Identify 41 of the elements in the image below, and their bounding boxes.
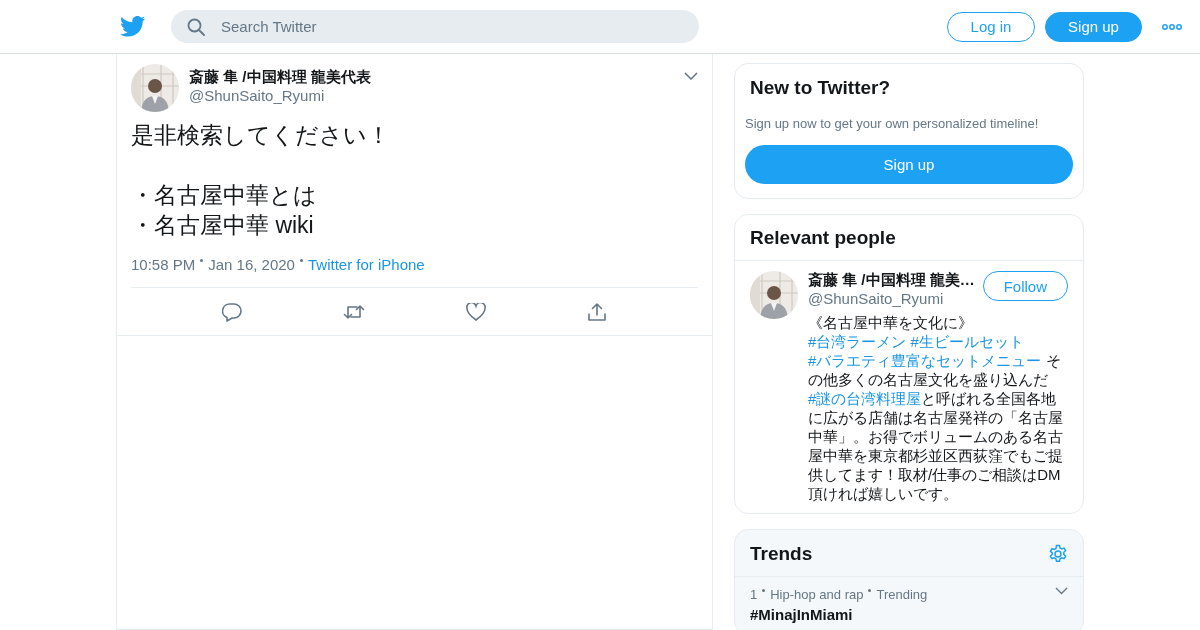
reply-icon[interactable] [221,301,242,322]
heart-icon[interactable] [466,302,487,321]
person-bio: 《名古屋中華を文化に》 #台湾ラーメン #生ビールセット #バラエティ豊富なセットメニュー その他多くの名古屋文化を盛り込んだ #謎の台湾料理屋と呼ばれる全国各地に広がる店舗は名古屋発祥の「名古屋中華」。お得でボリュームのある名古屋中華を東京都杉並区西荻窪でもご提供してます！取材/仕事のご相談はDM頂ければ嬉しいです。 [808,313,1064,503]
tweet-text: ・名古屋中華 wiki [131,211,314,240]
person-handle[interactable]: @ShunSaito_Ryumi [808,289,944,309]
share-icon[interactable] [587,301,608,322]
login-button[interactable]: Log in [947,11,1035,42]
trend-category: Trending [876,587,928,602]
person-name[interactable]: 斎藤 隼 /中国料理 龍美… [808,271,975,289]
hashtag-link[interactable]: #生ビールセット [910,333,1024,350]
hashtag-link[interactable]: #謎の台湾料理屋 [808,390,922,407]
follow-button[interactable]: Follow [982,271,1069,301]
tweet-text: ・名古屋中華とは [131,181,317,210]
tweet-time: 10:58 PM [131,256,196,273]
dot-icon [200,259,204,262]
bird-icon[interactable] [120,16,146,37]
dot-icon [762,589,766,592]
tweet-text: 是非検索してください！ [131,121,390,150]
dot-icon [868,589,872,592]
chevron-down-icon[interactable] [1055,587,1068,595]
hashtag-link[interactable]: #台湾ラーメン [808,333,907,350]
settings-icon[interactable] [1048,544,1068,564]
signup-button[interactable]: Sign up [1045,11,1142,42]
author-handle[interactable]: @ShunSaito_Ryumi [189,86,325,106]
card-title: Relevant people [750,227,896,248]
tweet-date: Jan 16, 2020 [208,256,295,273]
signup-button[interactable]: Sign up [745,145,1073,184]
search-field[interactable]: Search Twitter [171,10,699,43]
more-icon[interactable] [1162,23,1182,30]
signup-prompt: Sign up now to get your own personalized timeline! [745,116,1040,131]
trend-rank: 1 [750,587,758,602]
chevron-down-icon[interactable] [684,72,698,80]
author-name[interactable]: 斎藤 隼 /中国料理 龍美代表 [189,68,674,86]
card-title: New to Twitter? [749,76,892,100]
trend-category: Hip-hop and rap [770,587,864,602]
source-link[interactable]: Twitter for iPhone [307,256,425,273]
trend-name[interactable]: #MinajInMiami [750,606,853,623]
search-icon [187,18,205,36]
dot-icon [299,259,303,262]
card-title: Trends [750,542,813,566]
hashtag-link[interactable]: #バラエティ豊富なセットメニュー [808,352,1042,369]
